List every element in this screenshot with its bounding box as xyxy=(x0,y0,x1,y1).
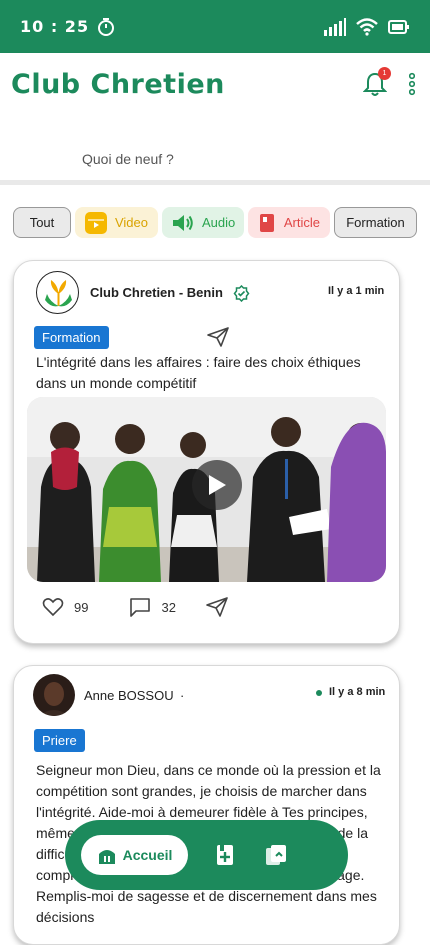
post-tag[interactable]: Priere xyxy=(34,729,85,752)
filter-video[interactable]: Video xyxy=(75,207,158,238)
battery-icon xyxy=(388,19,409,34)
like-button[interactable]: 99 xyxy=(42,597,88,617)
like-count: 99 xyxy=(74,599,89,615)
post-actions: 99 32 xyxy=(42,597,228,617)
nav-home-label: Accueil xyxy=(122,847,173,863)
wifi-icon xyxy=(356,17,378,36)
post-card[interactable]: Anne BOSSOU · Il y a 8 min Priere Seigne… xyxy=(13,665,400,945)
post-author[interactable]: Club Chretien - Benin xyxy=(90,285,223,300)
church-icon xyxy=(98,850,115,864)
post-time: Il y a 1 min xyxy=(328,285,385,297)
post-card[interactable]: Club Chretien - Benin Il y a 1 min Forma… xyxy=(13,260,400,644)
book-icon xyxy=(258,212,276,234)
play-icon xyxy=(209,475,226,495)
more-vertical-icon[interactable] xyxy=(409,72,415,96)
timer-icon xyxy=(98,17,115,36)
status-time: 10 : 25 xyxy=(20,17,90,36)
add-book-icon[interactable] xyxy=(214,843,238,867)
bottom-nav: Accueil xyxy=(65,820,348,890)
status-bar: 10 : 25 xyxy=(0,0,430,53)
club-logo-avatar[interactable] xyxy=(36,271,79,314)
compose-box[interactable]: Quoi de neuf ? xyxy=(0,115,430,185)
share-icon xyxy=(206,597,228,617)
app-header: Club Chretien 1 xyxy=(0,53,430,115)
filter-article[interactable]: Article xyxy=(248,207,330,238)
filter-audio-label: Audio xyxy=(202,215,236,230)
verified-icon xyxy=(233,285,250,302)
video-icon xyxy=(85,211,107,234)
app-title: Club Chretien xyxy=(11,68,225,100)
filter-audio[interactable]: Audio xyxy=(162,207,244,238)
compose-placeholder[interactable]: Quoi de neuf ? xyxy=(82,151,174,167)
signal-icon xyxy=(324,17,346,36)
notifications-button[interactable]: 1 xyxy=(362,67,391,97)
filter-formation-label: Formation xyxy=(346,215,405,230)
post-text: L'intégrité dans les affaires : faire de… xyxy=(36,354,361,391)
play-button[interactable] xyxy=(192,460,242,510)
author-separator: · xyxy=(180,688,185,703)
filter-all-label: Tout xyxy=(29,215,55,230)
comment-icon xyxy=(130,598,151,617)
filter-all[interactable]: Tout xyxy=(13,207,71,238)
library-icon[interactable] xyxy=(264,843,288,867)
filter-chips: Tout Video Audio Article Formation xyxy=(13,207,417,238)
comment-button[interactable]: 32 xyxy=(129,597,176,617)
filter-video-label: Video xyxy=(114,215,148,230)
online-dot xyxy=(316,690,322,696)
post-author[interactable]: Anne BOSSOU xyxy=(84,688,174,703)
user-avatar[interactable] xyxy=(33,674,75,716)
comment-count: 32 xyxy=(161,599,176,615)
notification-badge: 1 xyxy=(378,67,391,80)
post-tag[interactable]: Formation xyxy=(34,326,109,349)
share-button[interactable] xyxy=(206,597,228,617)
heart-icon xyxy=(42,598,64,617)
share-icon-ghost xyxy=(207,327,229,347)
post-video[interactable] xyxy=(27,397,386,582)
filter-formation[interactable]: Formation xyxy=(334,207,417,238)
speaker-icon xyxy=(172,212,194,234)
filter-article-label: Article xyxy=(283,215,320,230)
nav-home-button[interactable]: Accueil xyxy=(81,835,188,875)
post-time: Il y a 8 min xyxy=(329,686,386,698)
